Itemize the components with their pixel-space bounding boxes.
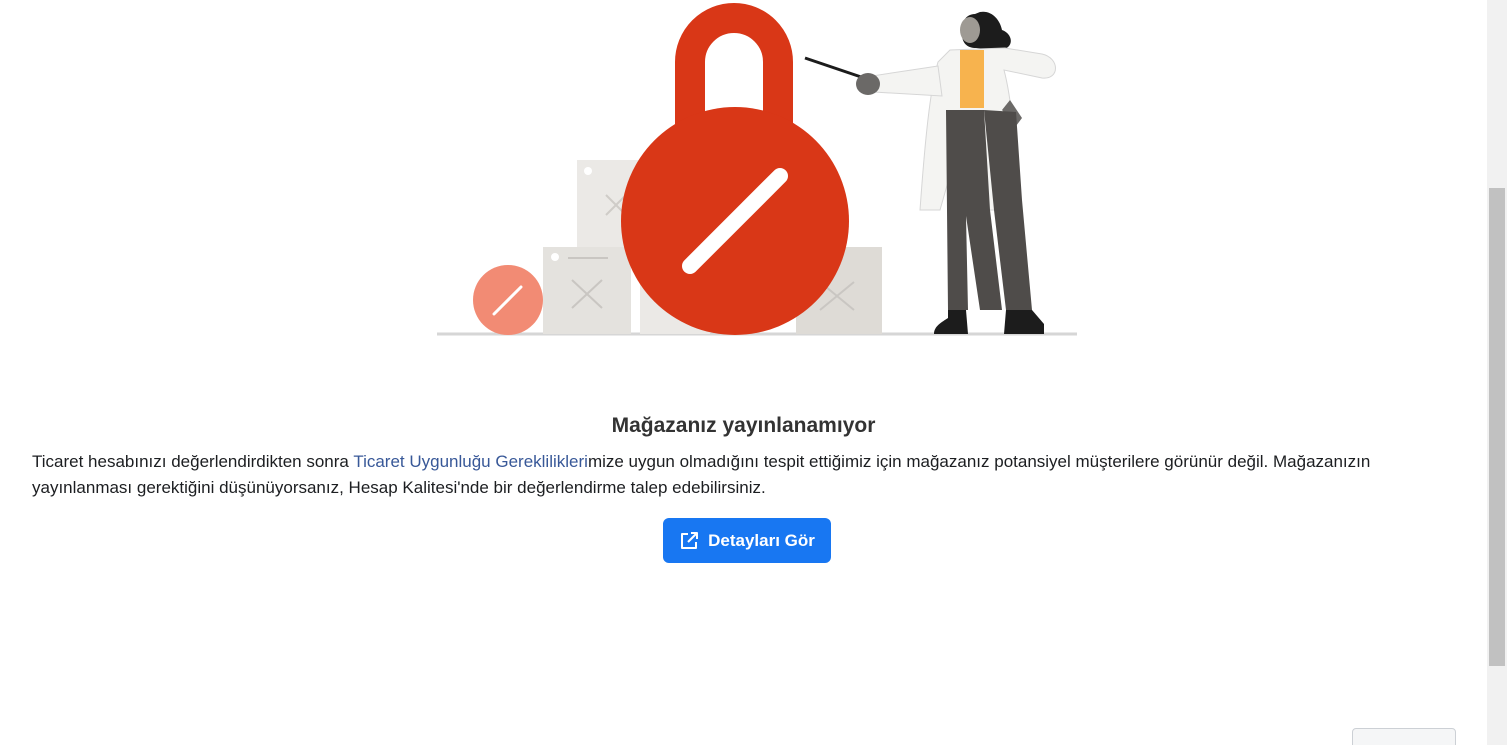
scrollbar-thumb[interactable]: [1489, 188, 1505, 666]
external-link-icon: [681, 531, 699, 549]
see-details-label: Detayları Gör: [708, 530, 815, 550]
notice-message: Ticaret hesabınızı değerlendirdikten son…: [32, 449, 1452, 501]
page: Mağazanız yayınlanamıyor Ticaret hesabın…: [0, 0, 1507, 745]
page-title: Mağazanız yayınlanamıyor: [611, 414, 876, 437]
lock-blocked-illustration: [437, 3, 1077, 336]
notice-text-before-link: Ticaret hesabınızı değerlendirdikten son…: [32, 452, 354, 471]
commerce-eligibility-link[interactable]: Ticaret Uygunluğu Gereklilikleri: [353, 452, 588, 471]
see-details-button[interactable]: Detayları Gör: [663, 518, 831, 563]
scrollbar-track[interactable]: [1487, 0, 1507, 745]
report-problem-button[interactable]: Sorun Bildir: [1352, 728, 1456, 745]
